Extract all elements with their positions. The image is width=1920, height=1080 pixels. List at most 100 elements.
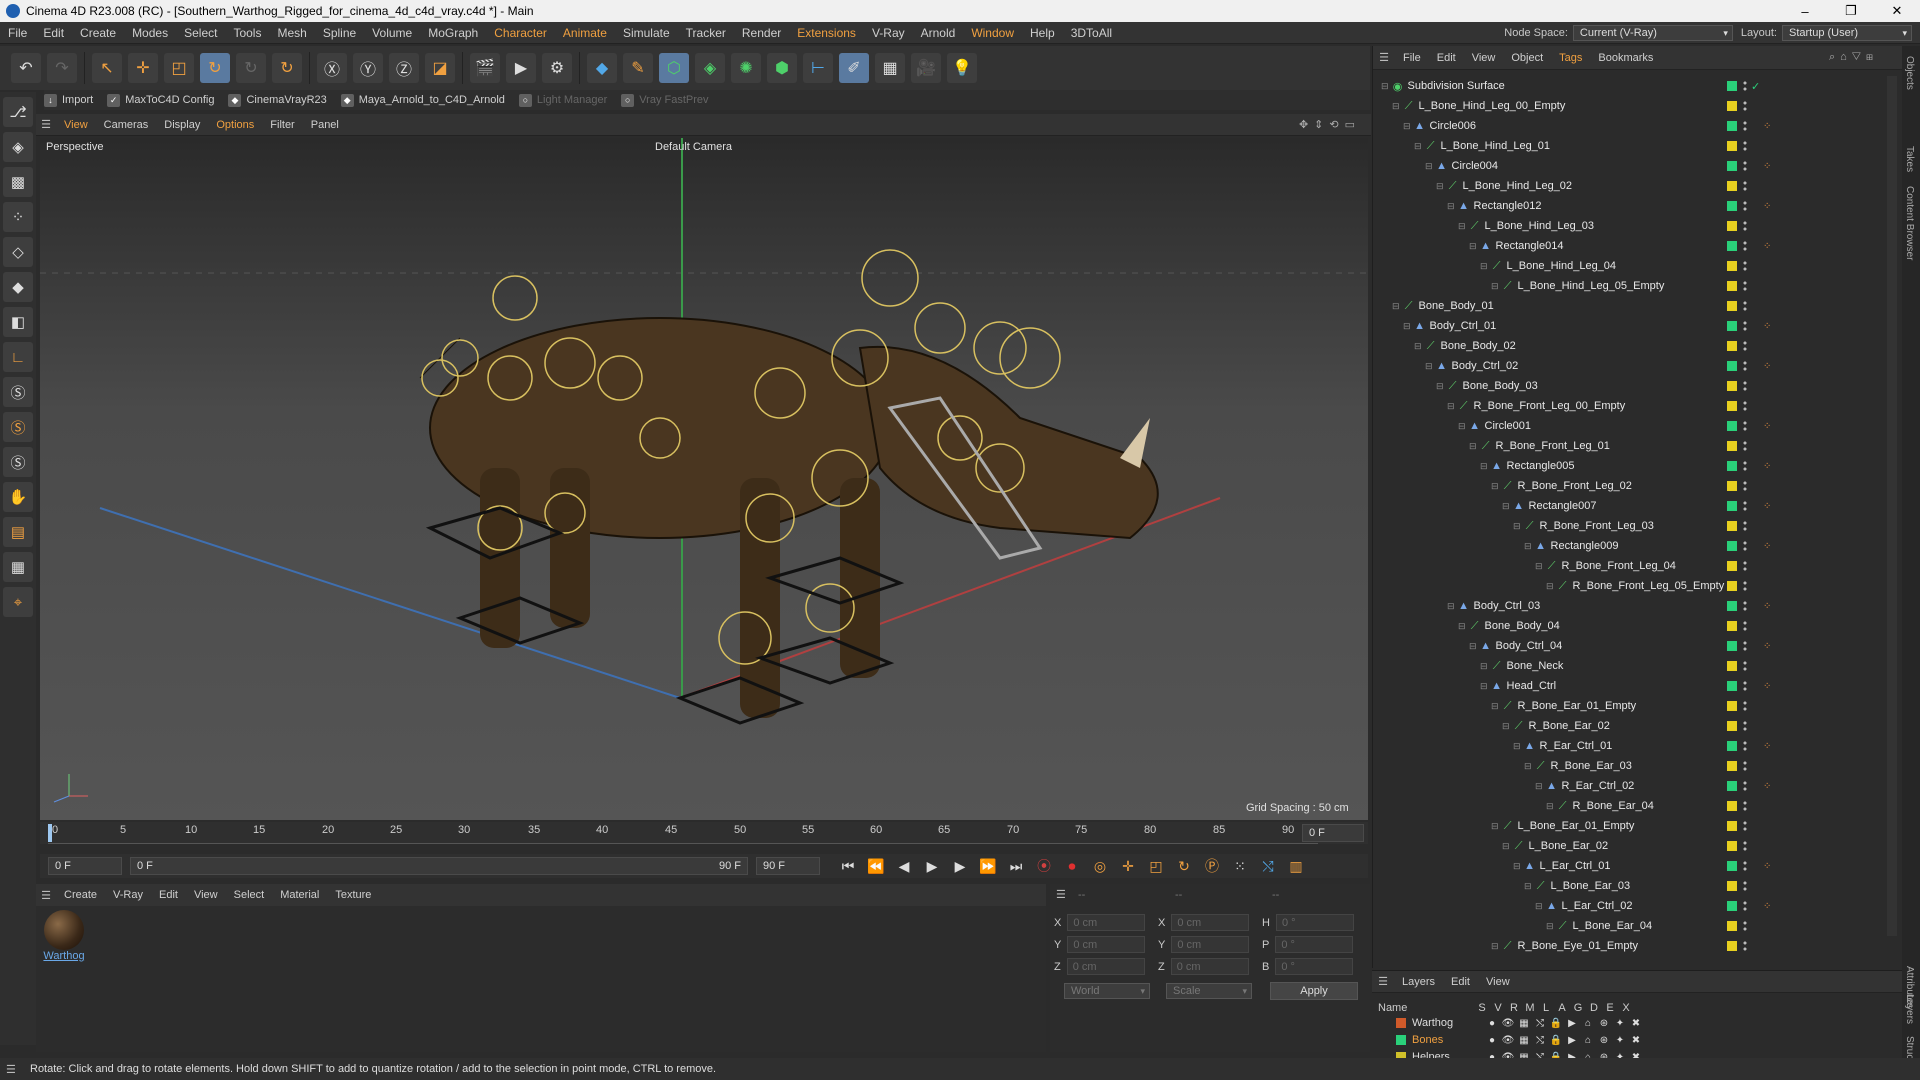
material-menu-vray[interactable]: V-Ray <box>105 889 151 901</box>
layer-color-swatch[interactable] <box>1727 401 1737 411</box>
rotate-alt-icon[interactable]: ↻ <box>272 53 302 83</box>
layer-toggle-icon[interactable]: 🔒 <box>1548 1018 1564 1029</box>
expand-toggle-icon[interactable]: ⊟ <box>1480 661 1488 672</box>
object-row[interactable]: ⊟ ⟋ R_Bone_Ear_01_Empty <box>1373 696 1883 716</box>
layer-color-swatch[interactable] <box>1727 181 1737 191</box>
scale-key-icon[interactable]: ◰ <box>1145 856 1167 876</box>
start-frame-field[interactable]: 0 F <box>48 857 122 875</box>
object-row[interactable]: ⊟ ▲ Body_Ctrl_01 ⁘ <box>1373 316 1883 336</box>
expand-toggle-icon[interactable]: ⊟ <box>1458 421 1466 432</box>
object-tags[interactable]: ⁘ <box>1727 740 1771 752</box>
object-tags[interactable] <box>1727 560 1747 572</box>
record-active-icon[interactable]: ⦿ <box>1033 856 1055 876</box>
expand-toggle-icon[interactable]: ⊟ <box>1447 201 1455 212</box>
object-manager-tools-icons[interactable]: ⌕⌂▽⊞ <box>1829 51 1878 64</box>
lock-workplane-icon[interactable]: ⌖ <box>3 587 33 617</box>
menu-edit[interactable]: Edit <box>35 26 72 40</box>
workplane-icon[interactable]: ▤ <box>3 517 33 547</box>
expand-toggle-icon[interactable]: ⊟ <box>1403 121 1411 132</box>
hamburger-icon[interactable]: ☰ <box>6 1063 16 1076</box>
pen-icon[interactable]: ✎ <box>623 53 653 83</box>
move-icon[interactable]: ✛ <box>128 53 158 83</box>
visibility-dots-icon[interactable] <box>1743 680 1747 692</box>
layer-toggle-icon[interactable]: ● <box>1484 1035 1500 1046</box>
object-tags[interactable] <box>1727 760 1747 772</box>
object-row[interactable]: ⊟ ⟋ Bone_Body_03 <box>1373 376 1883 396</box>
object-menu-object[interactable]: Object <box>1503 52 1551 64</box>
object-row[interactable]: ⊟ ▲ Head_Ctrl ⁘ <box>1373 676 1883 696</box>
viewport-camera-label[interactable]: Default Camera <box>655 141 732 153</box>
visibility-dots-icon[interactable] <box>1743 160 1747 172</box>
menu-tools[interactable]: Tools <box>225 26 269 40</box>
playhead[interactable] <box>48 824 52 842</box>
expand-toggle-icon[interactable]: ⊟ <box>1392 101 1400 112</box>
layer-menu-edit[interactable]: Edit <box>1443 976 1478 988</box>
menu-animate[interactable]: Animate <box>555 26 615 40</box>
maximize-button[interactable]: ❐ <box>1828 0 1874 22</box>
object-menu-tags[interactable]: Tags <box>1551 52 1590 64</box>
layer-color-swatch[interactable] <box>1727 581 1737 591</box>
layer-color-swatch[interactable] <box>1727 161 1737 171</box>
menu-help[interactable]: Help <box>1022 26 1063 40</box>
visibility-dots-icon[interactable] <box>1743 500 1747 512</box>
object-row[interactable]: ⊟ ⟋ R_Bone_Front_Leg_01 <box>1373 436 1883 456</box>
prev-key-icon[interactable]: ⏪ <box>865 856 887 876</box>
visibility-dots-icon[interactable] <box>1743 460 1747 472</box>
layer-toggle-icon[interactable]: ⤭ <box>1532 1035 1548 1046</box>
visibility-dots-icon[interactable] <box>1743 800 1747 812</box>
rotate-icon[interactable]: ↻ <box>200 53 230 83</box>
visibility-dots-icon[interactable] <box>1743 540 1747 552</box>
layer-color-swatch[interactable] <box>1727 681 1737 691</box>
object-row[interactable]: ⊟ ▲ Circle006 ⁘ <box>1373 116 1883 136</box>
object-row[interactable]: ⊟ ⟋ R_Bone_Ear_02 <box>1373 716 1883 736</box>
menu-file[interactable]: File <box>0 26 35 40</box>
layer-color-swatch[interactable] <box>1727 821 1737 831</box>
visibility-dots-icon[interactable] <box>1743 400 1747 412</box>
viewport-menu-panel[interactable]: Panel <box>303 119 347 131</box>
menu-arnold[interactable]: Arnold <box>913 26 964 40</box>
autokey-icon[interactable]: ⏺ <box>1061 856 1083 876</box>
snap-alt-icon[interactable]: Ⓢ <box>3 447 33 477</box>
layer-toggle-icon[interactable]: ⌂ <box>1580 1018 1596 1029</box>
object-tags[interactable]: ⁘ <box>1727 600 1771 612</box>
light-icon[interactable]: 💡 <box>947 53 977 83</box>
layer-toggle-icon[interactable]: ● <box>1484 1018 1500 1029</box>
layer-color-swatch[interactable] <box>1727 741 1737 751</box>
axis-mode-icon[interactable]: ∟ <box>3 342 33 372</box>
frame-range-slider[interactable]: 0 F 90 F <box>130 857 748 875</box>
object-row[interactable]: ⊟ ⟋ L_Bone_Hind_Leg_00_Empty <box>1373 96 1883 116</box>
viewport-menu-options[interactable]: Options <box>208 119 262 131</box>
expand-toggle-icon[interactable]: ⊟ <box>1491 281 1499 292</box>
node-space-dropdown[interactable]: Current (V-Ray) <box>1572 25 1733 41</box>
visibility-dots-icon[interactable] <box>1743 760 1747 772</box>
visibility-dots-icon[interactable] <box>1743 300 1747 312</box>
expand-toggle-icon[interactable]: ⊟ <box>1425 161 1433 172</box>
object-tags[interactable]: ⁘ <box>1727 460 1771 472</box>
rotation-b-field[interactable]: 0 ° <box>1275 958 1354 975</box>
expand-toggle-icon[interactable]: ⊟ <box>1513 861 1521 872</box>
size-mode-dropdown[interactable]: Scale <box>1166 983 1252 999</box>
model-mode-icon[interactable]: ◈ <box>3 132 33 162</box>
current-frame-field[interactable]: 0 F <box>1302 824 1364 842</box>
layer-color-swatch[interactable] <box>1727 701 1737 711</box>
expand-toggle-icon[interactable]: ⊟ <box>1447 401 1455 412</box>
expand-toggle-icon[interactable]: ⊟ <box>1392 301 1400 312</box>
expand-toggle-icon[interactable]: ⊟ <box>1502 721 1510 732</box>
visibility-dots-icon[interactable] <box>1743 240 1747 252</box>
expand-toggle-icon[interactable]: ⊟ <box>1546 581 1554 592</box>
rotation-p-field[interactable]: 0 ° <box>1275 936 1354 953</box>
size-y-field[interactable]: 0 cm <box>1171 936 1250 953</box>
next-key-icon[interactable]: ⏩ <box>977 856 999 876</box>
visibility-dots-icon[interactable] <box>1743 260 1747 272</box>
size-z-field[interactable]: 0 cm <box>1170 958 1249 975</box>
position-z-field[interactable]: 0 cm <box>1066 958 1145 975</box>
minimize-button[interactable]: – <box>1782 0 1828 22</box>
object-tags[interactable]: ⁘ <box>1727 240 1771 252</box>
expand-toggle-icon[interactable]: ⊟ <box>1403 321 1411 332</box>
rotation-h-field[interactable]: 0 ° <box>1275 914 1354 931</box>
object-tags[interactable]: ⁘ <box>1727 680 1771 692</box>
layout-dropdown[interactable]: Startup (User) <box>1782 25 1912 41</box>
menu-tracker[interactable]: Tracker <box>678 26 734 40</box>
prev-frame-icon[interactable]: ◀ <box>893 856 915 876</box>
visibility-dots-icon[interactable] <box>1743 440 1747 452</box>
